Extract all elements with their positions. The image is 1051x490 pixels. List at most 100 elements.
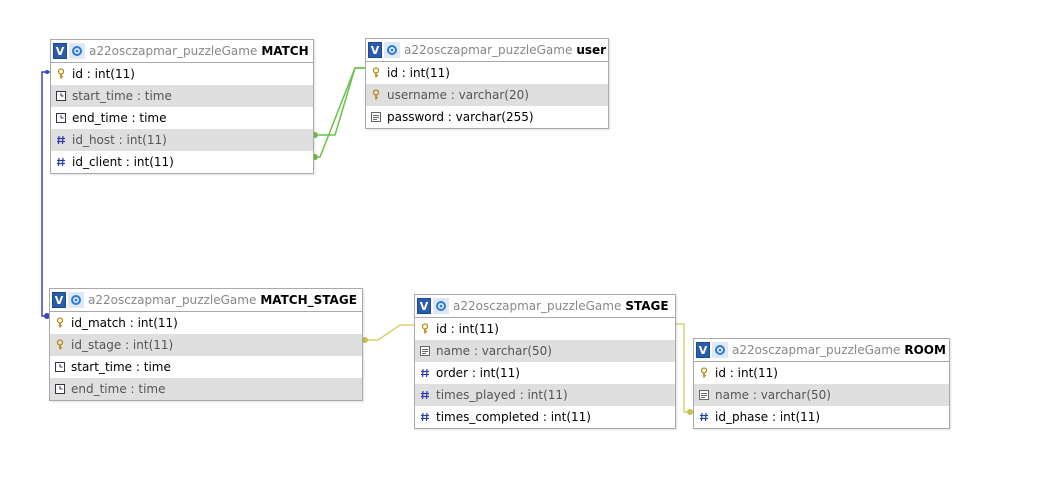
gear-icon[interactable] <box>69 43 85 59</box>
clock-icon <box>54 383 66 395</box>
text-icon <box>419 345 431 357</box>
relation-line-match-user-client <box>313 67 366 158</box>
toggle-icon[interactable]: V <box>368 42 382 58</box>
column-label: id_stage : int(11) <box>71 338 174 352</box>
column-row[interactable]: id_match : int(11) <box>50 312 362 334</box>
table-match[interactable]: V a22osczapmar_puzzleGame MATCH id : int… <box>50 39 314 174</box>
column-row[interactable]: name : varchar(50) <box>415 340 675 362</box>
database-name: a22osczapmar_puzzleGame <box>404 43 573 57</box>
key-icon <box>698 367 710 379</box>
table-header[interactable]: V a22osczapmar_puzzleGame user <box>366 39 608 62</box>
table-header[interactable]: V a22osczapmar_puzzleGame STAGE <box>415 295 675 318</box>
table-name: ROOM <box>904 343 946 357</box>
gear-icon[interactable] <box>712 342 728 358</box>
column-row[interactable]: start_time : time <box>50 356 362 378</box>
relation-line-matchstage-stage <box>362 324 415 341</box>
toggle-icon[interactable]: V <box>53 43 67 59</box>
table-match-stage[interactable]: V a22osczapmar_puzzleGame MATCH_STAGE id… <box>49 288 363 401</box>
table-room[interactable]: V a22osczapmar_puzzleGame ROOM id : int(… <box>693 338 950 429</box>
relation-endpoint <box>45 70 49 74</box>
table-name: MATCH <box>261 44 309 58</box>
column-label: username : varchar(20) <box>387 88 529 102</box>
hash-icon <box>419 367 431 379</box>
column-row[interactable]: id : int(11) <box>51 63 313 85</box>
column-row[interactable]: times_played : int(11) <box>415 384 675 406</box>
database-name: a22osczapmar_puzzleGame <box>732 343 901 357</box>
gear-icon[interactable] <box>68 292 84 308</box>
column-label: id : int(11) <box>387 66 450 80</box>
column-label: id_client : int(11) <box>72 155 174 169</box>
column-row[interactable]: id : int(11) <box>366 62 608 84</box>
key-icon <box>370 67 382 79</box>
toggle-icon[interactable]: V <box>52 292 66 308</box>
column-row[interactable]: username : varchar(20) <box>366 84 608 106</box>
relation-line-match-user-host <box>313 67 366 136</box>
database-name: a22osczapmar_puzzleGame <box>88 293 257 307</box>
table-stage[interactable]: V a22osczapmar_puzzleGame STAGE id : int… <box>414 294 676 429</box>
column-row[interactable]: password : varchar(255) <box>366 106 608 128</box>
table-user[interactable]: V a22osczapmar_puzzleGame user id : int(… <box>365 38 609 129</box>
column-row[interactable]: id_host : int(11) <box>51 129 313 151</box>
column-label: id_host : int(11) <box>72 133 167 147</box>
column-label: id : int(11) <box>436 322 499 336</box>
column-label: id : int(11) <box>72 67 135 81</box>
column-row[interactable]: id_phase : int(11) <box>694 406 949 428</box>
column-row[interactable]: times_completed : int(11) <box>415 406 675 428</box>
gear-icon[interactable] <box>433 298 449 314</box>
column-row[interactable]: id : int(11) <box>694 362 949 384</box>
hash-icon <box>419 389 431 401</box>
hash-icon <box>419 411 431 423</box>
column-list: id : int(11) start_time : time end_time : … <box>51 63 313 173</box>
clock-icon <box>55 90 67 102</box>
column-list: id_match : int(11) id_stage : int(11) star… <box>50 312 362 400</box>
column-row[interactable]: order : int(11) <box>415 362 675 384</box>
column-label: start_time : time <box>71 360 171 374</box>
column-label: end_time : time <box>72 111 167 125</box>
key-icon <box>370 89 382 101</box>
column-label: id : int(11) <box>715 366 778 380</box>
hash-icon <box>55 134 67 146</box>
gear-icon[interactable] <box>384 42 400 58</box>
clock-icon <box>55 112 67 124</box>
database-name: a22osczapmar_puzzleGame <box>453 299 622 313</box>
table-header[interactable]: V a22osczapmar_puzzleGame MATCH <box>51 40 313 63</box>
column-label: name : varchar(50) <box>715 388 831 402</box>
column-row[interactable]: end_time : time <box>50 378 362 400</box>
table-name: user <box>576 43 607 57</box>
toggle-icon[interactable]: V <box>696 342 710 358</box>
column-label: times_played : int(11) <box>436 388 568 402</box>
database-name: a22osczapmar_puzzleGame <box>89 44 258 58</box>
table-name: STAGE <box>625 299 669 313</box>
column-list: id : int(11) username : varchar(20) passwo… <box>366 62 608 128</box>
column-row[interactable]: id : int(11) <box>415 318 675 340</box>
column-list: id : int(11) name : varchar(50) id_phase :… <box>694 362 949 428</box>
column-row[interactable]: id_stage : int(11) <box>50 334 362 356</box>
key-icon <box>419 323 431 335</box>
key-icon <box>55 68 67 80</box>
column-row[interactable]: end_time : time <box>51 107 313 129</box>
text-icon <box>698 389 710 401</box>
column-label: password : varchar(255) <box>387 110 534 124</box>
column-label: name : varchar(50) <box>436 344 552 358</box>
column-label: id_match : int(11) <box>71 316 178 330</box>
column-list: id : int(11) name : varchar(50) order : in… <box>415 318 675 428</box>
key-icon <box>54 339 66 351</box>
hash-icon <box>55 156 67 168</box>
column-label: start_time : time <box>72 89 172 103</box>
clock-icon <box>54 361 66 373</box>
column-label: order : int(11) <box>436 366 520 380</box>
table-header[interactable]: V a22osczapmar_puzzleGame ROOM <box>694 339 949 362</box>
column-row[interactable]: start_time : time <box>51 85 313 107</box>
table-name: MATCH_STAGE <box>260 293 357 307</box>
column-label: id_phase : int(11) <box>715 410 821 424</box>
column-label: times_completed : int(11) <box>436 410 591 424</box>
hash-icon <box>698 411 710 423</box>
relation-line-match-matchstage <box>41 71 50 317</box>
column-row[interactable]: name : varchar(50) <box>694 384 949 406</box>
column-row[interactable]: id_client : int(11) <box>51 151 313 173</box>
relation-line-stage-room <box>675 323 694 413</box>
key-icon <box>54 317 66 329</box>
table-header[interactable]: V a22osczapmar_puzzleGame MATCH_STAGE <box>50 289 362 312</box>
toggle-icon[interactable]: V <box>417 298 431 314</box>
column-label: end_time : time <box>71 382 166 396</box>
